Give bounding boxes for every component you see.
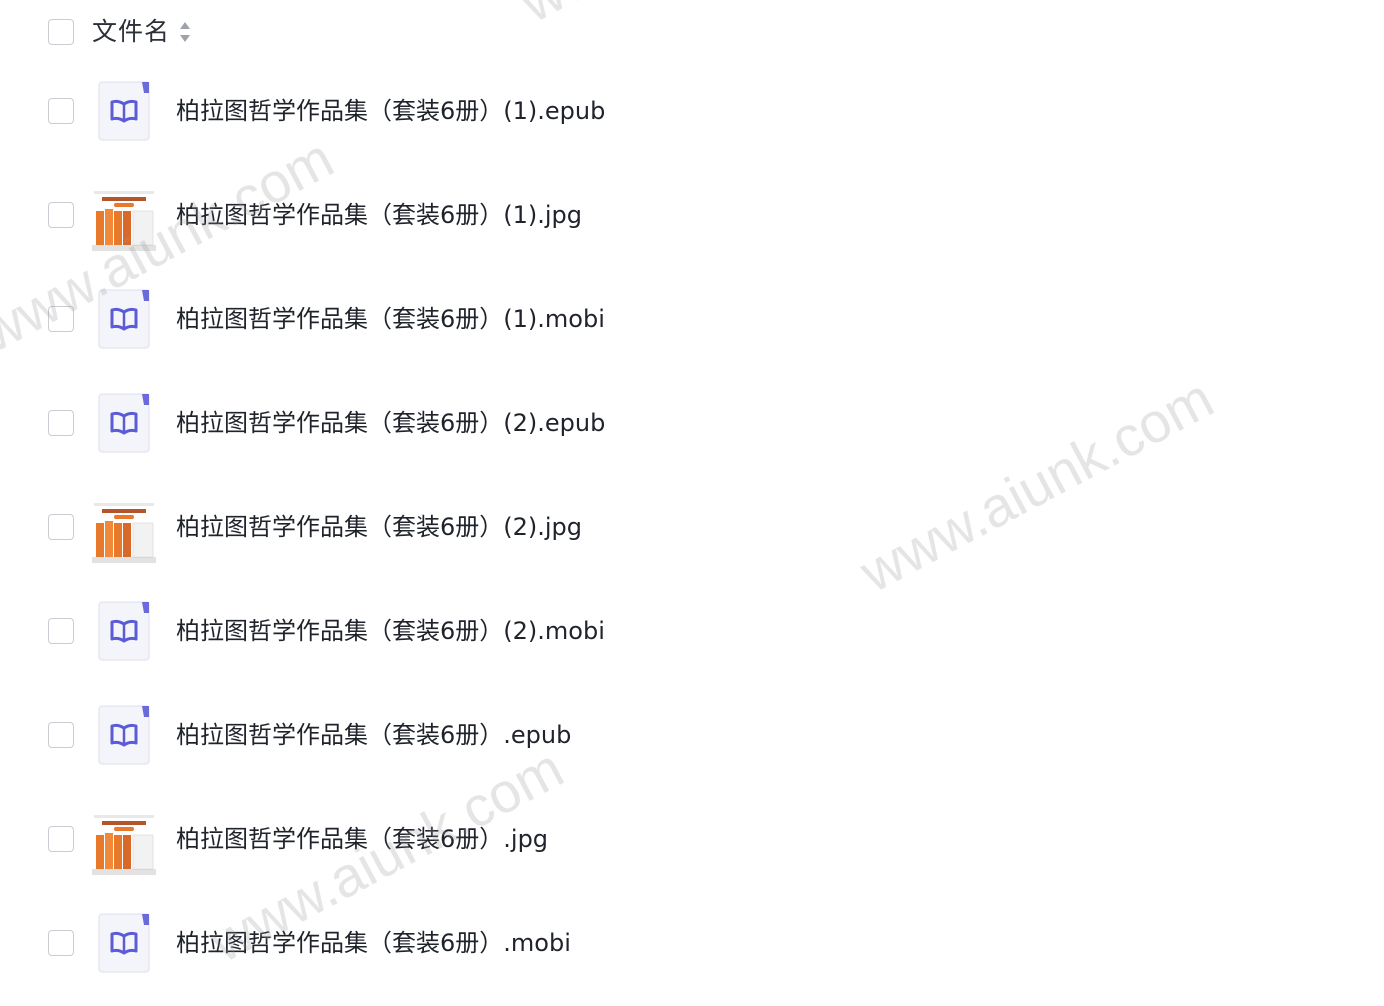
file-row[interactable]: 柏拉图哲学作品集（套装6册）.mobi (0, 892, 1384, 996)
file-checkbox[interactable] (48, 410, 74, 436)
file-checkbox[interactable] (48, 930, 74, 956)
file-row[interactable]: 柏拉图哲学作品集（套装6册）(1).jpg (0, 164, 1384, 268)
file-checkbox[interactable] (48, 306, 74, 332)
file-checkbox[interactable] (48, 826, 74, 852)
file-row[interactable]: 柏拉图哲学作品集（套装6册）(2).epub (0, 372, 1384, 476)
ebook-file-icon[interactable] (98, 393, 150, 453)
file-name[interactable]: 柏拉图哲学作品集（套装6册）(2).jpg (176, 508, 582, 546)
filename-column-header[interactable]: 文件名 (92, 14, 170, 50)
file-name[interactable]: 柏拉图哲学作品集（套装6册）.mobi (176, 924, 571, 962)
ebook-file-icon[interactable] (98, 601, 150, 661)
file-checkbox[interactable] (48, 202, 74, 228)
file-checkbox[interactable] (48, 514, 74, 540)
file-row[interactable]: 柏拉图哲学作品集（套装6册）(1).epub (0, 60, 1384, 164)
file-name[interactable]: 柏拉图哲学作品集（套装6册）(1).mobi (176, 300, 605, 338)
ebook-file-icon[interactable] (98, 289, 150, 349)
ebook-file-icon[interactable] (98, 913, 150, 973)
file-list: 柏拉图哲学作品集（套装6册）(1).epub 柏拉图哲学作品集（套装6册）(1)… (0, 60, 1384, 996)
file-checkbox[interactable] (48, 618, 74, 644)
sort-icon[interactable] (178, 20, 192, 44)
select-all-checkbox[interactable] (48, 19, 74, 45)
list-header: 文件名 (0, 0, 1384, 64)
file-row[interactable]: 柏拉图哲学作品集（套装6册）(2).mobi (0, 580, 1384, 684)
file-row[interactable]: 柏拉图哲学作品集（套装6册）.jpg (0, 788, 1384, 892)
file-checkbox[interactable] (48, 722, 74, 748)
file-row[interactable]: 柏拉图哲学作品集（套装6册）(1).mobi (0, 268, 1384, 372)
file-name[interactable]: 柏拉图哲学作品集（套装6册）(1).epub (176, 92, 605, 130)
image-thumbnail[interactable] (92, 499, 156, 563)
file-name[interactable]: 柏拉图哲学作品集（套装6册）(2).mobi (176, 612, 605, 650)
file-name[interactable]: 柏拉图哲学作品集（套装6册）.epub (176, 716, 571, 754)
file-row[interactable]: 柏拉图哲学作品集（套装6册）(2).jpg (0, 476, 1384, 580)
file-row[interactable]: 柏拉图哲学作品集（套装6册）.epub (0, 684, 1384, 788)
ebook-file-icon[interactable] (98, 81, 150, 141)
file-name[interactable]: 柏拉图哲学作品集（套装6册）(2).epub (176, 404, 605, 442)
file-list-page: 文件名 柏拉图哲学作品集（套装6册）(1).epub 柏拉图哲学作品集（套装6册… (0, 0, 1384, 1006)
image-thumbnail[interactable] (92, 811, 156, 875)
file-name[interactable]: 柏拉图哲学作品集（套装6册）.jpg (176, 820, 548, 858)
file-name[interactable]: 柏拉图哲学作品集（套装6册）(1).jpg (176, 196, 582, 234)
image-thumbnail[interactable] (92, 187, 156, 251)
ebook-file-icon[interactable] (98, 705, 150, 765)
file-checkbox[interactable] (48, 98, 74, 124)
